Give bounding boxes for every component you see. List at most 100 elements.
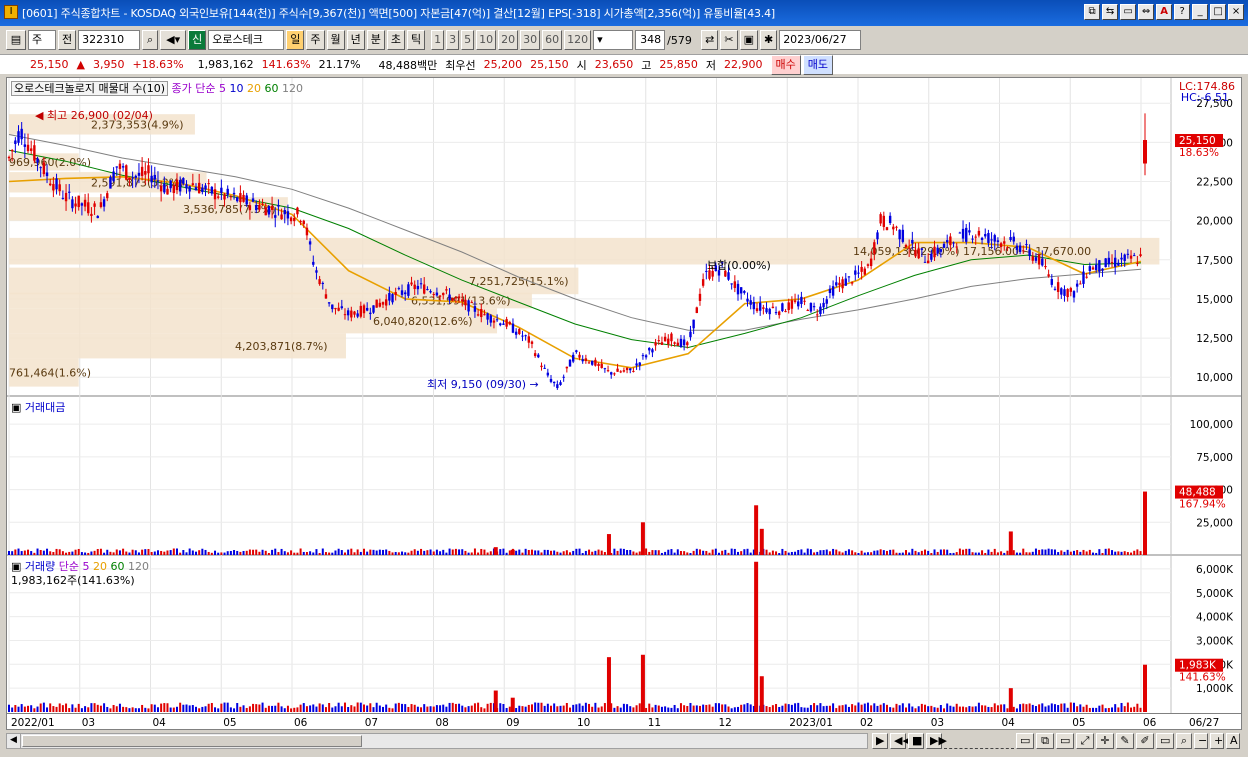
interval-5[interactable]: 5 (461, 30, 475, 50)
amount-bar (435, 549, 438, 555)
horizontal-scrollbar[interactable]: ◀ (6, 733, 868, 749)
volume-bar (987, 706, 990, 712)
candle-body (917, 248, 920, 259)
buy-button[interactable]: 매수 (770, 54, 801, 75)
volume-bar (258, 704, 261, 712)
amount-bar (46, 548, 49, 555)
candle-body (835, 282, 838, 286)
candle-body (1101, 268, 1104, 271)
zoom-icon[interactable]: ⇄ (701, 30, 719, 50)
zoom-slider[interactable] (944, 733, 1014, 749)
amount-bar (588, 549, 591, 555)
expand-icon[interactable]: ⤢ (1076, 733, 1094, 749)
amount-bar (1088, 549, 1091, 555)
search-icon[interactable]: ⌕ (142, 30, 159, 50)
candle-body (432, 294, 435, 296)
period-tick-tab[interactable]: 틱 (407, 30, 426, 50)
font-button[interactable]: A (1156, 4, 1172, 20)
layout3-icon[interactable]: ▭ (1056, 733, 1074, 749)
window-icon[interactable]: ▭ (1156, 733, 1174, 749)
volume-bar (1034, 706, 1037, 712)
custom-interval-select[interactable]: ▾ (593, 30, 634, 50)
speaker-icon[interactable]: ◀▾ (160, 30, 187, 50)
app-icon: I (4, 5, 18, 19)
pen-icon[interactable]: ✐ (1136, 733, 1154, 749)
volume-bar (943, 708, 946, 712)
maximize-button[interactable]: □ (1210, 4, 1226, 20)
amount-bar (1076, 550, 1079, 555)
stop-icon[interactable]: ■ (908, 733, 924, 749)
volume-bar (622, 703, 625, 712)
layout1-icon[interactable]: ▭ (1016, 733, 1034, 749)
zoom-in-icon[interactable]: + (1210, 733, 1224, 749)
frame-button[interactable]: ▭ (1120, 4, 1136, 20)
magnify-icon[interactable]: ⌕ (1176, 733, 1192, 749)
period-year-tab[interactable]: 년 (346, 30, 365, 50)
close-button[interactable]: × (1228, 4, 1244, 20)
crosshair-icon[interactable]: ✛ (1096, 733, 1114, 749)
amount-bar (382, 549, 385, 555)
fast-forward-icon[interactable]: ▶▶ (926, 733, 947, 749)
help-button[interactable]: ? (1174, 4, 1190, 20)
cascade-button[interactable]: ⧉ (1084, 4, 1100, 20)
period-minute-tab[interactable]: 분 (366, 30, 385, 50)
settings-icon[interactable]: ✱ (759, 30, 778, 50)
amount-bar (809, 549, 812, 555)
candle-body (847, 276, 851, 278)
swap-button[interactable]: ⇔ (1138, 4, 1154, 20)
zoom-out-icon[interactable]: − (1194, 733, 1208, 749)
date-field[interactable]: 2023/06/27 (779, 30, 862, 50)
period-month-tab[interactable]: 월 (326, 30, 345, 50)
interval-1[interactable]: 1 (431, 30, 445, 50)
amount-bar (721, 550, 724, 555)
draw-icon[interactable]: ✎ (1116, 733, 1134, 749)
scroll-thumb[interactable] (22, 735, 362, 747)
tool-icon[interactable]: ✂ (720, 30, 738, 50)
text-size-icon[interactable]: A (1226, 733, 1240, 749)
layout2-icon[interactable]: ⧉ (1036, 733, 1054, 749)
amount-bar (679, 550, 682, 555)
volume-bar (619, 707, 622, 712)
candle-body (781, 303, 784, 312)
count-field[interactable]: 348 (635, 30, 666, 50)
minimize-button[interactable]: _ (1192, 4, 1208, 20)
period-second-tab[interactable]: 초 (386, 30, 405, 50)
interval-30[interactable]: 30 (520, 30, 541, 50)
interval-3[interactable]: 3 (446, 30, 460, 50)
play-icon[interactable]: ▶ (872, 733, 888, 749)
link-button[interactable]: ⇆ (1102, 4, 1118, 20)
volume-bar (518, 705, 521, 712)
amount-bar (819, 550, 822, 555)
book-icon[interactable]: ▤ (6, 30, 26, 50)
stock-code-input[interactable]: 322310 (78, 30, 141, 50)
interval-20[interactable]: 20 (498, 30, 519, 50)
candle-body (258, 205, 261, 210)
volume-bar (597, 707, 600, 712)
prev-button[interactable]: 전 (58, 30, 77, 50)
period-day-tab[interactable]: 일 (286, 30, 305, 50)
volume-spike-bar (606, 657, 611, 712)
candle-body (464, 299, 467, 306)
scroll-left-icon[interactable]: ◀ (7, 734, 21, 748)
interval-120[interactable]: 120 (564, 30, 592, 50)
price-legend-title[interactable]: 오로스테크놀로지 매물대 수(10) (11, 81, 169, 96)
interval-60[interactable]: 60 (542, 30, 563, 50)
ma5-label: 5 (219, 82, 226, 95)
rewind-icon[interactable]: ◀◀ (890, 733, 911, 749)
amount-bar (958, 548, 961, 555)
amount-bar (429, 549, 432, 555)
period-week-tab[interactable]: 주 (306, 30, 325, 50)
code-type-select[interactable]: 주 (28, 30, 56, 50)
chart-area[interactable]: 27,50025,00022,50020,00017,50015,00012,5… (6, 77, 1242, 714)
volume-spike-bar (1008, 688, 1013, 712)
candle-body (521, 335, 524, 337)
volume-bar (1047, 705, 1050, 712)
save-icon[interactable]: ▣ (739, 30, 758, 50)
candle-body (613, 373, 616, 375)
amount-bar (84, 552, 87, 555)
interval-10[interactable]: 10 (476, 30, 497, 50)
sell-button[interactable]: 매도 (802, 54, 834, 75)
chart-canvas[interactable]: 27,50025,00022,50020,00017,50015,00012,5… (7, 78, 1241, 713)
volume-profile-label: 761,464(1.6%) (9, 367, 91, 380)
candle-body (128, 177, 131, 180)
